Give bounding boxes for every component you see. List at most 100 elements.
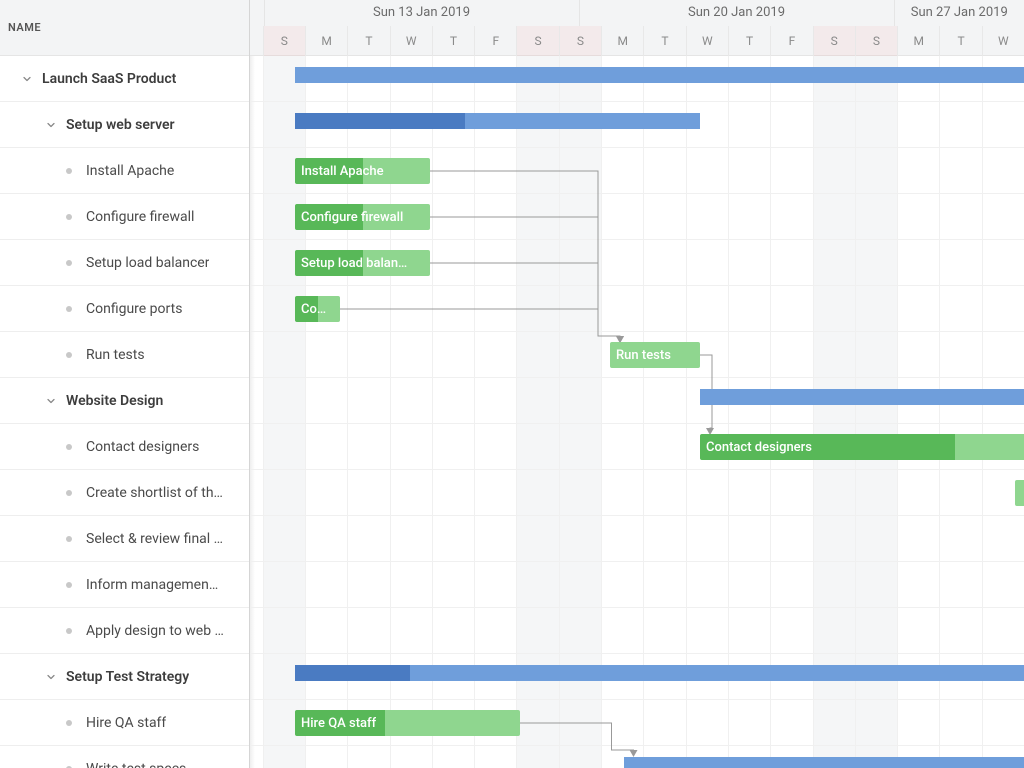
day-label: T	[347, 26, 389, 56]
day-label: T	[432, 26, 474, 56]
tree-row-label: Select & review final …	[86, 531, 223, 547]
tree-row-setupweb[interactable]: Setup web server	[0, 102, 249, 148]
tree-header: NAME	[0, 0, 249, 56]
tree-row-design[interactable]: Website Design	[0, 378, 249, 424]
bullet-icon	[66, 352, 72, 358]
day-label: M	[601, 26, 643, 56]
day-label: W	[390, 26, 432, 56]
tree-row-label: Website Design	[66, 393, 163, 409]
tree-row-label: Run tests	[86, 347, 145, 363]
day-label: M	[897, 26, 939, 56]
tree-row-runtests[interactable]: Run tests	[0, 332, 249, 378]
tree-row-label: Contact designers	[86, 439, 199, 455]
tree-row-label: Configure firewall	[86, 209, 194, 225]
bullet-icon	[66, 536, 72, 542]
day-label: S	[559, 26, 601, 56]
bullet-icon	[66, 720, 72, 726]
tree-row-launch[interactable]: Launch SaaS Product	[0, 56, 249, 102]
tree-row-review[interactable]: Select & review final …	[0, 516, 249, 562]
tree-row-label: Apply design to web …	[86, 623, 224, 639]
day-label: F	[770, 26, 812, 56]
tree-row-teststrat[interactable]: Setup Test Strategy	[0, 654, 249, 700]
tree-row-contactd[interactable]: Contact designers	[0, 424, 249, 470]
gantt-body[interactable]: Install Apache Configure firewall Setup lo…	[250, 56, 1024, 768]
day-label: T	[643, 26, 685, 56]
bullet-icon	[66, 444, 72, 450]
gantt-bar-label: Run tests	[616, 348, 671, 363]
week-label: Sun 13 Jan 2019	[264, 0, 579, 26]
tree-header-label: NAME	[8, 21, 41, 34]
day-label: W	[686, 26, 728, 56]
chevron-down-icon[interactable]	[42, 668, 60, 686]
bullet-icon	[66, 260, 72, 266]
tree-row-apache[interactable]: Install Apache	[0, 148, 249, 194]
tree-row-inform[interactable]: Inform managemen…	[0, 562, 249, 608]
gantt-bar-setupweb[interactable]	[295, 113, 700, 129]
day-label: S	[263, 26, 305, 56]
day-label: W	[982, 26, 1024, 56]
tree-row-firewall[interactable]: Configure firewall	[0, 194, 249, 240]
gantt-bar-apache[interactable]: Install Apache	[295, 158, 430, 184]
bullet-icon	[66, 628, 72, 634]
week-label: Sun 27 Jan 2019	[894, 0, 1024, 26]
task-tree[interactable]: Launch SaaS Product Setup web server Insta…	[0, 56, 249, 768]
gantt-bar-shortlist[interactable]	[1015, 480, 1024, 506]
gantt-bars: Install Apache Configure firewall Setup lo…	[250, 56, 1024, 768]
tree-row-label: Setup Test Strategy	[66, 669, 189, 685]
day-label: T	[728, 26, 770, 56]
tree-row-label: Write test specs	[86, 761, 186, 768]
day-label: T	[939, 26, 981, 56]
tree-row-hireqa[interactable]: Hire QA staff	[0, 700, 249, 746]
gantt-bar-label: Co…	[301, 302, 326, 317]
tree-row-label: Setup load balancer	[86, 255, 209, 271]
timeline-weeks: Sun 13 Jan 2019Sun 20 Jan 2019Sun 27 Jan…	[250, 0, 1024, 26]
gantt-bar-label: Hire QA staff	[301, 716, 376, 731]
tree-row-label: Hire QA staff	[86, 715, 166, 731]
tree-row-shortlist[interactable]: Create shortlist of th…	[0, 470, 249, 516]
bullet-icon	[66, 168, 72, 174]
progress-fill	[295, 113, 465, 129]
bullet-icon	[66, 306, 72, 312]
gantt-bar-hireqa[interactable]: Hire QA staff	[295, 710, 520, 736]
gantt-panel: Sun 13 Jan 2019Sun 20 Jan 2019Sun 27 Jan…	[250, 0, 1024, 768]
timeline-days: SMTWTFSSMTWTFSSMTW	[250, 26, 1024, 56]
gantt-bar-label: Contact designers	[706, 440, 812, 455]
gantt-bar-label: Configure firewall	[301, 210, 403, 225]
chevron-down-icon[interactable]	[42, 116, 60, 134]
day-label: S	[855, 26, 897, 56]
tree-row-label: Inform managemen…	[86, 577, 218, 593]
task-tree-panel: NAME Launch SaaS Product Setup web server…	[0, 0, 250, 768]
day-label: F	[474, 26, 516, 56]
gantt-bar-runtests[interactable]: Run tests	[610, 342, 700, 368]
tree-row-label: Configure ports	[86, 301, 182, 317]
tree-row-apply[interactable]: Apply design to web …	[0, 608, 249, 654]
tree-row-label: Setup web server	[66, 117, 175, 133]
week-label: Sun 20 Jan 2019	[579, 0, 894, 26]
gantt-bar-ports[interactable]: Co…	[295, 296, 340, 322]
gantt-bar-contactd[interactable]: Contact designers	[700, 434, 1024, 460]
tree-row-ports[interactable]: Configure ports	[0, 286, 249, 332]
gantt-bar-launch[interactable]	[295, 67, 1024, 83]
bullet-icon	[66, 214, 72, 220]
gantt-bar-label: Setup load balan…	[301, 256, 407, 271]
day-label: S	[516, 26, 558, 56]
gantt-bar-design[interactable]	[700, 389, 1024, 405]
chevron-down-icon[interactable]	[18, 70, 36, 88]
gantt-bar-loadbal[interactable]: Setup load balan…	[295, 250, 430, 276]
chevron-down-icon[interactable]	[42, 392, 60, 410]
tree-row-label: Install Apache	[86, 163, 174, 179]
day-label: S	[813, 26, 855, 56]
tree-row-label: Launch SaaS Product	[42, 71, 176, 87]
gantt-bar-teststrat[interactable]	[295, 665, 1024, 681]
tree-row-writespec[interactable]: Write test specs	[0, 746, 249, 768]
tree-row-loadbal[interactable]: Setup load balancer	[0, 240, 249, 286]
timeline-header: Sun 13 Jan 2019Sun 20 Jan 2019Sun 27 Jan…	[250, 0, 1024, 56]
gantt-bar-firewall[interactable]: Configure firewall	[295, 204, 430, 230]
progress-fill	[295, 665, 410, 681]
bullet-icon	[66, 490, 72, 496]
bullet-icon	[66, 582, 72, 588]
gantt-bar-label: Install Apache	[301, 164, 384, 179]
day-label: M	[305, 26, 347, 56]
gantt-bar-writespec[interactable]	[624, 757, 1024, 768]
tree-row-label: Create shortlist of th…	[86, 485, 223, 501]
